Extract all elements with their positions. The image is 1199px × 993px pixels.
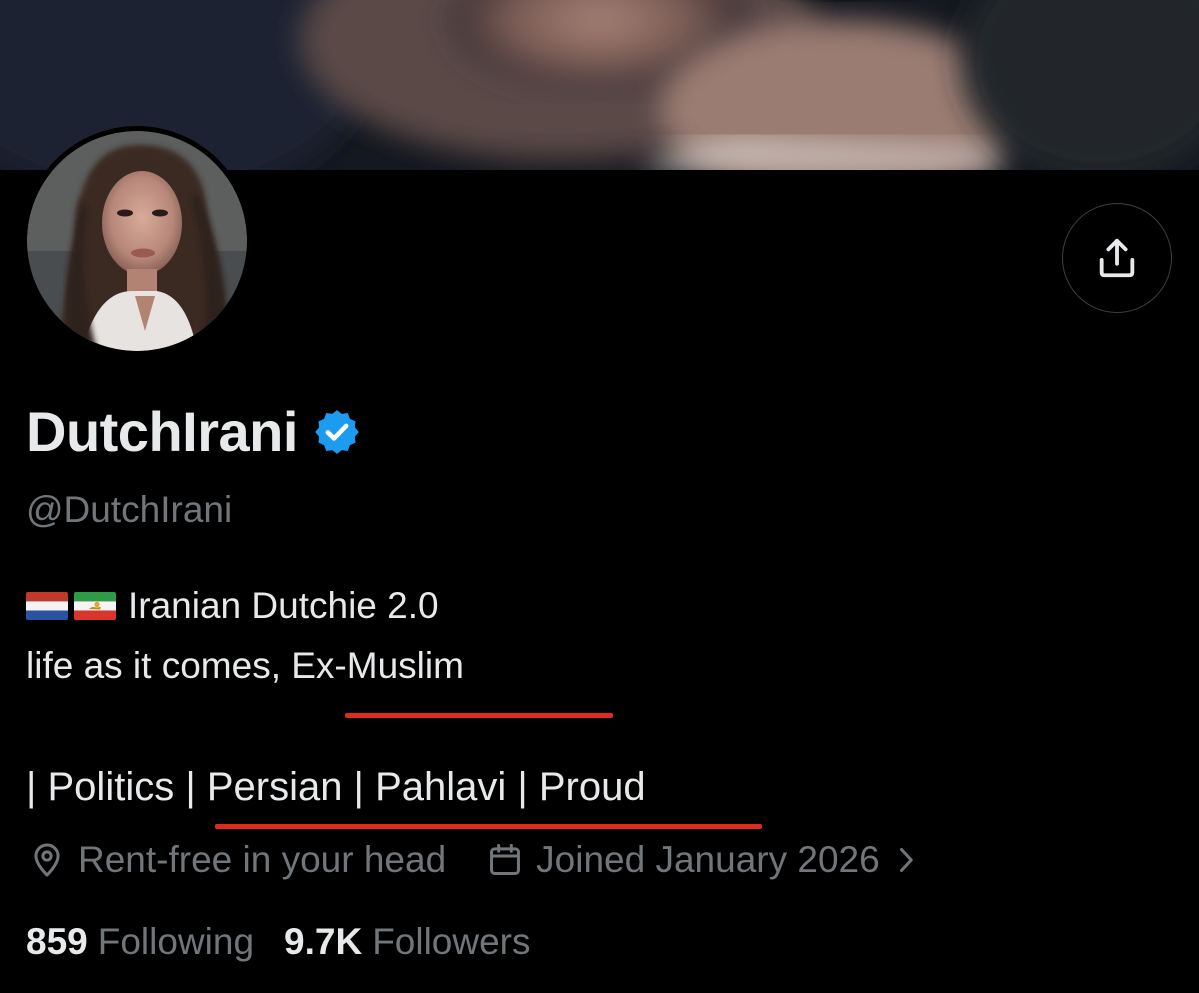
bio-text: Iranian Dutchie 2.0 [128, 585, 439, 626]
profile-page: DutchIrani @DutchIrani Iranian Dutchie 2… [0, 0, 1199, 993]
join-date-text: Joined January 2026 [536, 839, 880, 880]
display-name: DutchIrani [26, 400, 298, 463]
annotation-underline [345, 713, 613, 718]
share-button[interactable] [1062, 203, 1172, 313]
calendar-icon [490, 844, 521, 876]
following-label: Following [97, 921, 255, 962]
share-icon [1099, 238, 1135, 278]
followers-count: 9.7K [284, 921, 363, 962]
join-date[interactable]: Joined January 2026 [486, 838, 916, 882]
avatar-frame[interactable] [22, 126, 252, 356]
followers-link[interactable]: 9.7K Followers [284, 920, 530, 964]
followers-label: Followers [372, 921, 531, 962]
following-count: 859 [26, 921, 88, 962]
bio-text: | Politics | Persian | Pahlavi | Proud [26, 765, 646, 809]
bio-text: life as it comes, Ex-Muslim [26, 645, 464, 686]
verified-badge-icon[interactable] [312, 407, 362, 457]
handle: @DutchIrani [26, 489, 233, 530]
following-link[interactable]: 859 Following [26, 920, 254, 964]
display-name-row: DutchIrani [26, 404, 362, 460]
flag-iran-lion-and-sun-icon [74, 592, 116, 621]
location-text: Rent-free in your head [78, 839, 447, 880]
annotation-underline [215, 824, 762, 829]
follow-stats: 859 Following 9.7K Followers [26, 920, 531, 964]
bio-line: Iranian Dutchie 2.0 [26, 584, 439, 628]
chevron-right-icon [899, 848, 913, 873]
avatar [27, 131, 247, 351]
profile-meta-row: Rent-free in your head Joined January 20… [28, 838, 916, 882]
flag-netherlands-icon [26, 592, 68, 621]
location: Rent-free in your head [28, 838, 446, 882]
location-pin-icon [34, 843, 60, 877]
